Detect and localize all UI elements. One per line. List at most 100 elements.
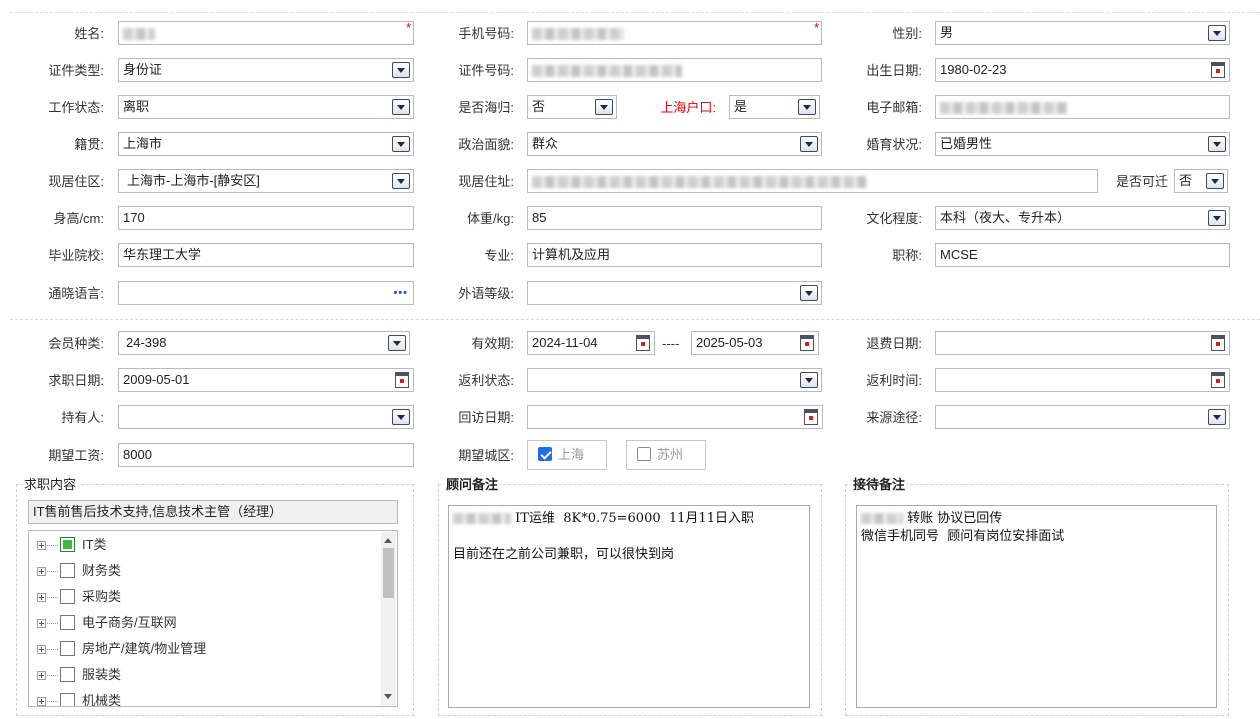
expand-icon[interactable] bbox=[37, 697, 46, 706]
rebate-time-field[interactable] bbox=[935, 368, 1230, 392]
tree-scrollbar[interactable] bbox=[381, 532, 396, 705]
height-field[interactable]: 170 bbox=[118, 206, 414, 230]
id-type-select[interactable]: 身份证 bbox=[118, 58, 414, 82]
chevron-down-icon[interactable] bbox=[800, 285, 818, 301]
chevron-down-icon[interactable] bbox=[1206, 173, 1224, 189]
education-select[interactable]: 本科（夜大、专升本） bbox=[935, 206, 1230, 230]
sh-hukou-label: 上海户口: bbox=[660, 100, 716, 115]
checkbox-icon[interactable] bbox=[60, 641, 75, 656]
name-field[interactable]: * bbox=[118, 21, 414, 45]
redacted-address bbox=[532, 175, 867, 188]
native-place-label: 籍贯: bbox=[74, 137, 104, 152]
checkbox-checked-icon[interactable] bbox=[60, 537, 75, 552]
chevron-down-icon[interactable] bbox=[1208, 409, 1226, 425]
holder-select[interactable] bbox=[118, 405, 414, 429]
chevron-down-icon[interactable] bbox=[392, 409, 410, 425]
checkbox-icon[interactable] bbox=[60, 615, 75, 630]
chevron-down-icon[interactable] bbox=[388, 335, 406, 351]
chevron-down-icon[interactable] bbox=[392, 136, 410, 152]
calendar-icon[interactable] bbox=[804, 409, 818, 425]
returnee-select[interactable]: 否 bbox=[527, 95, 617, 119]
weight-field[interactable]: 85 bbox=[527, 206, 822, 230]
calendar-icon[interactable] bbox=[1211, 62, 1225, 78]
job-seek-date-field[interactable]: 2009-05-01 bbox=[118, 368, 414, 392]
city-option-suzhou[interactable]: 苏州 bbox=[626, 440, 706, 470]
residence-area-label: 现居住区: bbox=[48, 174, 104, 189]
scroll-down-icon[interactable] bbox=[384, 694, 392, 699]
holder-label: 持有人: bbox=[61, 410, 104, 425]
valid-from-field[interactable]: 2024-11-04 bbox=[527, 331, 655, 355]
chevron-down-icon[interactable] bbox=[392, 173, 410, 189]
expand-icon[interactable] bbox=[37, 567, 46, 576]
checkbox-icon[interactable] bbox=[60, 693, 75, 706]
major-field[interactable]: 计算机及应用 bbox=[527, 243, 822, 267]
checkbox-icon[interactable] bbox=[637, 447, 651, 461]
rebate-status-select[interactable] bbox=[527, 368, 822, 392]
title-label: 职称: bbox=[892, 248, 922, 263]
source-select[interactable] bbox=[935, 405, 1230, 429]
chevron-down-icon[interactable] bbox=[392, 99, 410, 115]
chevron-down-icon[interactable] bbox=[1208, 136, 1226, 152]
gender-label: 性别: bbox=[892, 26, 922, 41]
checkbox-icon[interactable] bbox=[60, 589, 75, 604]
chevron-down-icon[interactable] bbox=[800, 136, 818, 152]
birth-date-field[interactable]: 1980-02-23 bbox=[935, 58, 1230, 82]
expected-salary-label: 期望工资: bbox=[48, 448, 104, 463]
expand-icon[interactable] bbox=[37, 541, 46, 550]
redacted-phone bbox=[532, 27, 624, 40]
calendar-icon[interactable] bbox=[1211, 372, 1225, 388]
calendar-icon[interactable] bbox=[395, 372, 409, 388]
expand-icon[interactable] bbox=[37, 671, 46, 680]
expected-salary-field[interactable]: 8000 bbox=[118, 443, 414, 467]
chevron-down-icon[interactable] bbox=[1208, 25, 1226, 41]
major-label: 专业: bbox=[484, 248, 514, 263]
checkbox-checked-icon[interactable] bbox=[538, 447, 552, 461]
section-separator bbox=[10, 319, 1260, 320]
residence-addr-label: 现居住址: bbox=[458, 174, 514, 189]
calendar-icon[interactable] bbox=[636, 335, 650, 351]
expand-icon[interactable] bbox=[37, 619, 46, 628]
consultant-note-textarea[interactable]: IT运维 8K*0.75=6000 11月11日入职 目前还在之前公司兼职，可以… bbox=[448, 505, 810, 708]
residence-area-select[interactable]: 上海市-上海市-[静安区] bbox=[118, 169, 414, 193]
job-content-summary: IT售前售后技术支持,信息技术主管（经理） bbox=[28, 500, 398, 524]
gender-select[interactable]: 男 bbox=[935, 21, 1230, 45]
scroll-thumb[interactable] bbox=[383, 548, 394, 598]
ellipsis-icon[interactable]: ••• bbox=[393, 287, 408, 299]
valid-to-field[interactable]: 2025-05-03 bbox=[691, 331, 819, 355]
expand-icon[interactable] bbox=[37, 593, 46, 602]
job-category-tree[interactable]: IT类 财务类 采购类 电子商务/互联网 房地产/建筑/物业管理 服装类 机械类 bbox=[28, 530, 398, 707]
refund-date-field[interactable] bbox=[935, 331, 1230, 355]
title-field[interactable]: MCSE bbox=[935, 243, 1230, 267]
expand-icon[interactable] bbox=[37, 645, 46, 654]
id-number-label: 证件号码: bbox=[458, 63, 514, 78]
city-option-shanghai[interactable]: 上海 bbox=[527, 440, 607, 470]
chevron-down-icon[interactable] bbox=[595, 99, 613, 115]
relocatable-select[interactable]: 否 bbox=[1174, 169, 1228, 193]
work-status-select[interactable]: 离职 bbox=[118, 95, 414, 119]
political-select[interactable]: 群众 bbox=[527, 132, 822, 156]
scroll-up-icon[interactable] bbox=[384, 538, 392, 543]
residence-addr-field[interactable] bbox=[527, 169, 1098, 193]
calendar-icon[interactable] bbox=[1211, 335, 1225, 351]
calendar-icon[interactable] bbox=[800, 335, 814, 351]
lang-level-select[interactable] bbox=[527, 281, 822, 305]
checkbox-icon[interactable] bbox=[60, 563, 75, 578]
languages-field[interactable]: ••• bbox=[118, 281, 414, 305]
chevron-down-icon[interactable] bbox=[798, 99, 816, 115]
chevron-down-icon[interactable] bbox=[392, 62, 410, 78]
reception-note-textarea[interactable]: 转账 协议已回传 微信手机同号 顾问有岗位安排面试 bbox=[856, 505, 1217, 708]
phone-field[interactable]: * bbox=[527, 21, 822, 45]
marital-select[interactable]: 已婚男性 bbox=[935, 132, 1230, 156]
school-label: 毕业院校: bbox=[48, 248, 104, 263]
native-place-select[interactable]: 上海市 bbox=[118, 132, 414, 156]
chevron-down-icon[interactable] bbox=[1208, 210, 1226, 226]
email-field[interactable] bbox=[935, 95, 1230, 119]
member-type-select[interactable]: 24-398 bbox=[118, 331, 410, 355]
chevron-down-icon[interactable] bbox=[800, 372, 818, 388]
id-number-field[interactable] bbox=[527, 58, 822, 82]
sh-hukou-select[interactable]: 是 bbox=[729, 95, 820, 119]
revisit-date-field[interactable] bbox=[527, 405, 823, 429]
school-field[interactable]: 华东理工大学 bbox=[118, 243, 414, 267]
checkbox-icon[interactable] bbox=[60, 667, 75, 682]
required-asterisk: * bbox=[405, 21, 411, 35]
